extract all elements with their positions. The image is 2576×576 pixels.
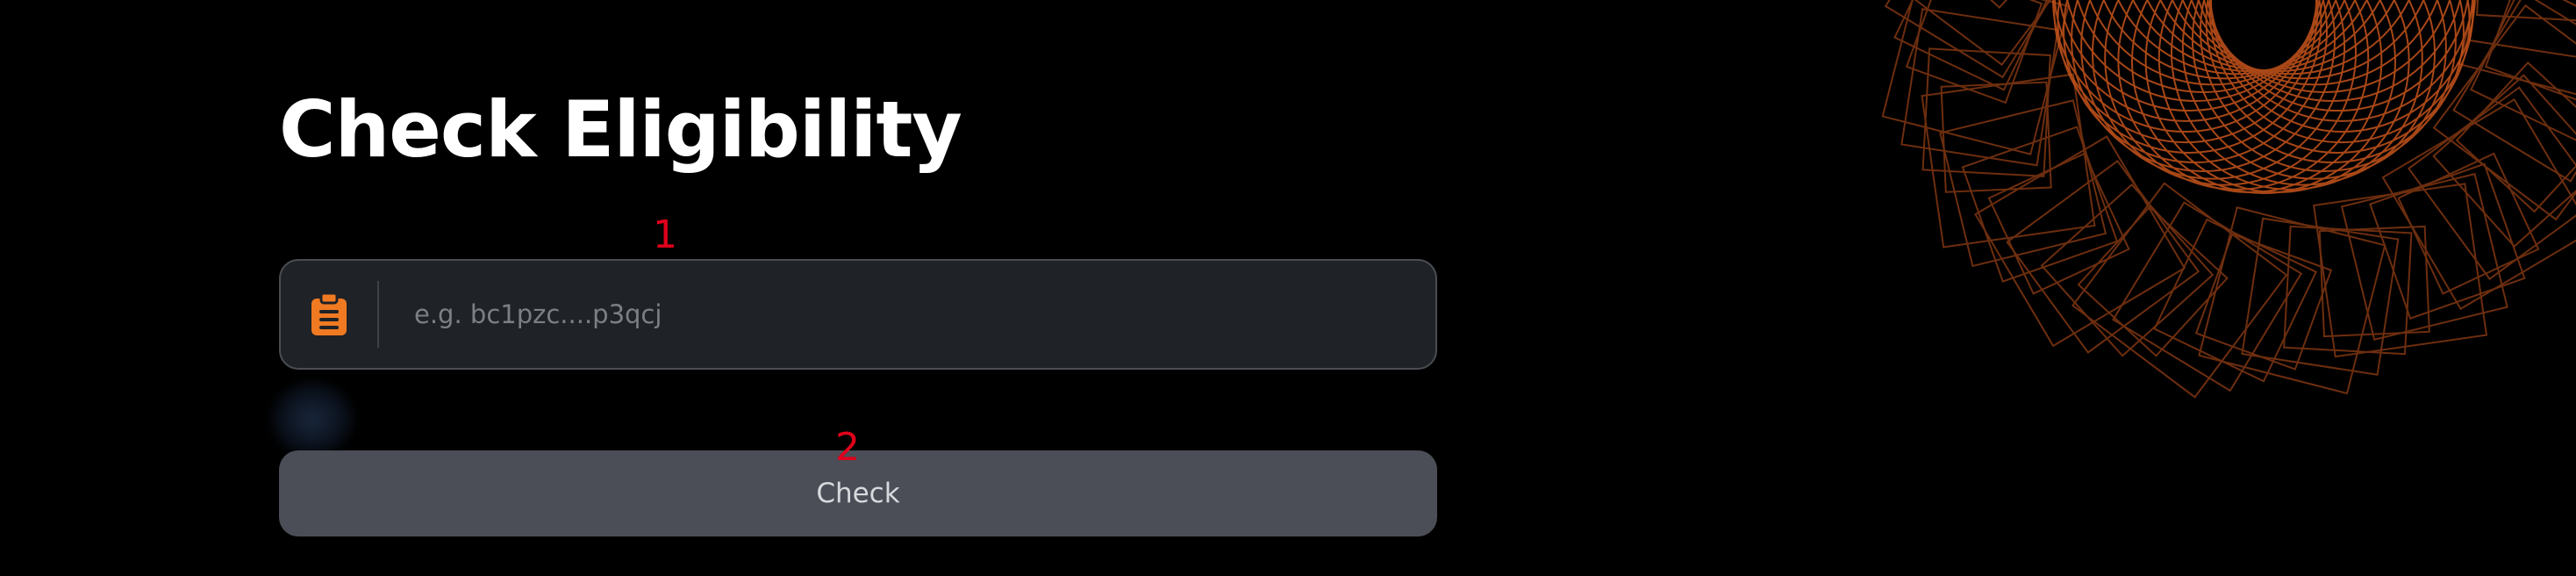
- decorative-circle: [2191, 0, 2457, 172]
- decorative-square: [2006, 160, 2200, 354]
- decorative-square: [2432, 4, 2576, 221]
- decorative-circle: [2071, 0, 2336, 172]
- decorative-circle: [2117, 0, 2383, 193]
- decorative-circle: [2190, 0, 2438, 86]
- paste-button[interactable]: [281, 261, 377, 368]
- decorative-square: [2369, 162, 2526, 320]
- decorative-circle: [2181, 0, 2425, 80]
- decorative-circle: [2146, 0, 2381, 71]
- decorative-circle: [2089, 0, 2337, 86]
- decorative-circle: [2102, 0, 2346, 80]
- decorative-circle: [2058, 0, 2321, 112]
- decorative-circle: [2199, 0, 2465, 163]
- decorative-circle: [2052, 0, 2317, 133]
- decorative-circle: [2197, 0, 2451, 93]
- decorative-circle: [2210, 0, 2475, 133]
- decorative-circle: [2053, 0, 2318, 122]
- address-field: [279, 259, 1437, 370]
- decorative-square: [2484, 0, 2576, 104]
- decorative-circle: [2159, 0, 2395, 73]
- decorative-circle: [2076, 0, 2330, 93]
- decorative-square: [2452, 0, 2576, 183]
- decorative-square: [2455, 61, 2576, 213]
- decorative-square: [2432, 74, 2576, 248]
- decorative-square: [1878, 0, 2095, 67]
- decorative-square: [1974, 135, 2186, 348]
- decorative-square: [2313, 183, 2488, 358]
- decorative-square: [2476, 0, 2576, 23]
- decorative-square: [2468, 0, 2576, 62]
- decorative-circle: [2063, 0, 2329, 163]
- decorative-square: [2381, 98, 2576, 311]
- decorative-circle: [2131, 0, 2396, 194]
- decorative-square: [2470, 0, 2576, 144]
- decorative-square: [1921, 73, 2096, 248]
- field-divider: [377, 281, 379, 348]
- decorative-circle: [2207, 0, 2469, 112]
- decorative-circle: [2171, 0, 2410, 76]
- decorative-square: [2318, 225, 2430, 338]
- decorative-circle: [2066, 0, 2324, 102]
- decorative-square: [2153, 218, 2318, 383]
- decorative-square: [2407, 86, 2576, 281]
- decorative-square: [2458, 0, 2576, 104]
- decorative-circle: [2208, 0, 2474, 144]
- decorative-square: [1905, 0, 2043, 104]
- decorative-square: [1961, 126, 2119, 283]
- decorative-square: [2077, 205, 2229, 357]
- decorative-square: [2194, 233, 2333, 371]
- decorative-square: [1884, 0, 2075, 79]
- decorative-glow: [268, 379, 356, 458]
- decorative-square: [1940, 81, 2052, 193]
- annotation-marker-2: 2: [835, 425, 860, 470]
- decorative-circle: [2053, 0, 2319, 144]
- annotation-marker-1: 1: [653, 212, 677, 257]
- decorative-square: [1920, 0, 2072, 10]
- decorative-circle: [2157, 0, 2423, 191]
- clipboard-icon: [311, 292, 347, 335]
- decorative-square: [2040, 183, 2215, 357]
- decorative-square: [1900, 8, 2059, 167]
- decorative-square: [1921, 47, 2051, 177]
- decorative-circle: [2092, 0, 2357, 186]
- decorative-spirograph: [1878, 0, 2576, 399]
- address-input[interactable]: [412, 260, 1414, 369]
- decorative-circle: [2181, 0, 2447, 180]
- page-title: Check Eligibility: [279, 84, 962, 175]
- decorative-square: [2340, 172, 2508, 341]
- decorative-circle: [2203, 0, 2461, 102]
- decorative-square: [2241, 217, 2400, 376]
- decorative-circle: [2171, 0, 2436, 186]
- decorative-square: [1881, 0, 2070, 155]
- decorative-square: [1939, 99, 2107, 268]
- decorative-square: [1987, 152, 2130, 295]
- decorative-circle: [2144, 0, 2410, 193]
- decorative-square: [2198, 206, 2386, 395]
- decorative-square: [2112, 201, 2303, 392]
- decorative-circle: [2205, 0, 2471, 154]
- decorative-circle: [2057, 0, 2322, 154]
- decorative-circle: [2209, 0, 2474, 122]
- decorative-circle: [2117, 0, 2357, 76]
- decorative-circle: [2104, 0, 2370, 191]
- decorative-circle: [2132, 0, 2368, 73]
- decorative-square: [1893, 0, 2057, 91]
- decorative-circle: [2080, 0, 2346, 180]
- decorative-square: [2283, 225, 2413, 356]
- decorative-square: [2072, 182, 2288, 399]
- decorative-square: [2397, 152, 2540, 295]
